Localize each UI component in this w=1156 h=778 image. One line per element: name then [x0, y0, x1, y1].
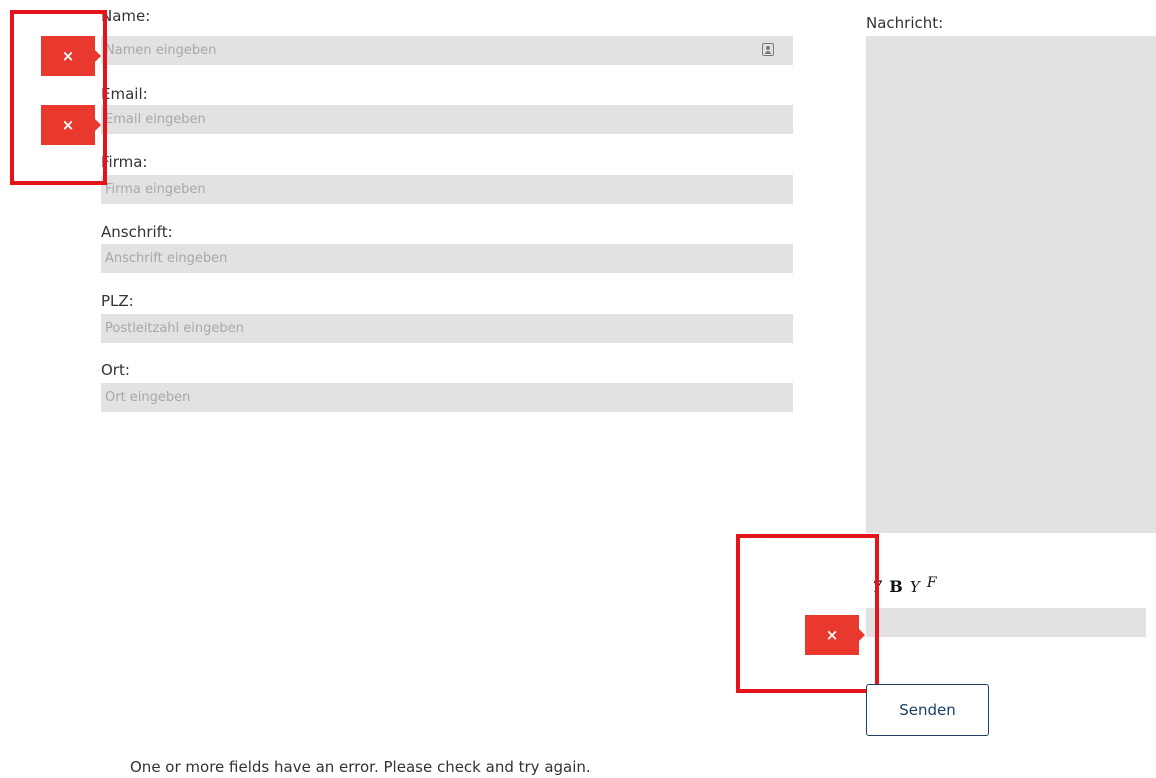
- field-label-anschrift: Anschrift:: [101, 223, 173, 241]
- error-highlight-box: [10, 10, 107, 185]
- message-label: Nachricht:: [866, 14, 944, 32]
- field-label-email: Email:: [101, 85, 148, 103]
- email-input[interactable]: [101, 105, 793, 134]
- captcha-error-highlight-box: [736, 534, 879, 693]
- field-label-ort: Ort:: [101, 361, 130, 379]
- contact-card-icon[interactable]: [762, 43, 774, 56]
- ort-input[interactable]: [101, 383, 793, 412]
- field-label-name: Name:: [101, 7, 151, 25]
- name-input[interactable]: [101, 36, 793, 65]
- captcha-char: Y: [909, 578, 921, 596]
- send-button[interactable]: Senden: [866, 684, 989, 736]
- captcha-char: F: [926, 575, 938, 591]
- field-label-plz: PLZ:: [101, 292, 134, 310]
- captcha-input[interactable]: [866, 608, 1146, 637]
- plz-input[interactable]: [101, 314, 793, 343]
- firma-input[interactable]: [101, 175, 793, 204]
- anschrift-input[interactable]: [101, 244, 793, 273]
- captcha-image: 7 B Y F: [872, 575, 938, 596]
- captcha-char: B: [889, 577, 904, 596]
- field-label-firma: Firma:: [101, 153, 148, 171]
- form-error-message: One or more fields have an error. Please…: [130, 758, 591, 776]
- message-textarea[interactable]: [866, 36, 1156, 533]
